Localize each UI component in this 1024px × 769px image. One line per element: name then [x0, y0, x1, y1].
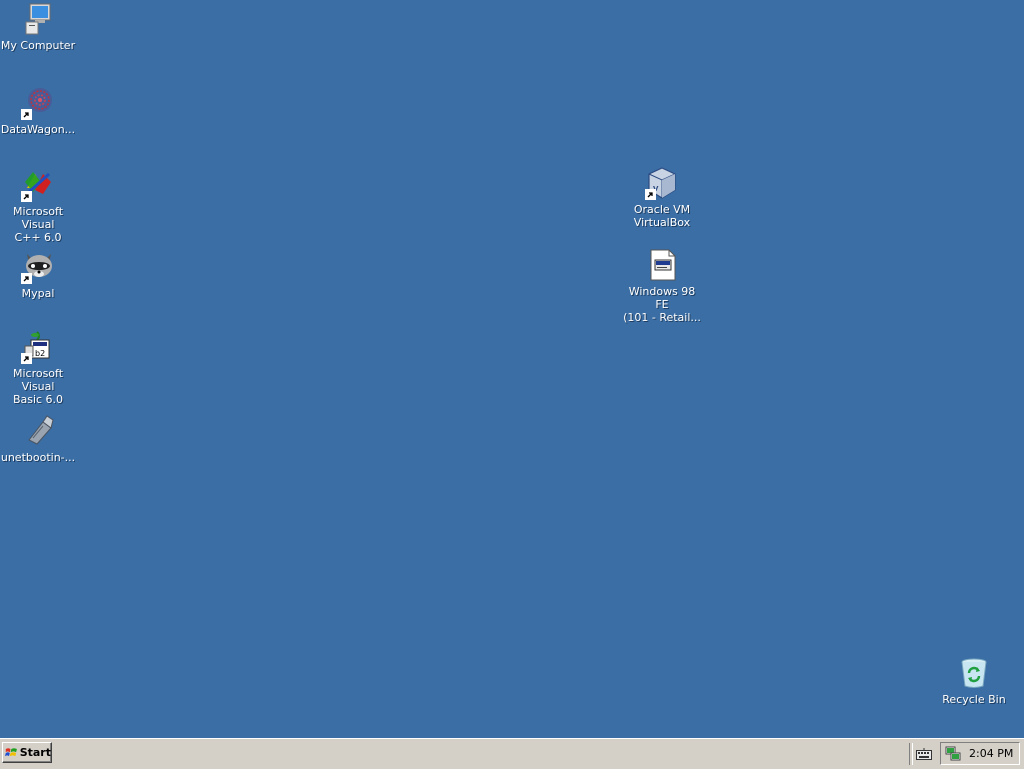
- desktop-icon-label: My Computer: [0, 39, 76, 52]
- desktop-icon-mypal[interactable]: Mypal: [0, 250, 78, 300]
- shortcut-arrow-icon: [21, 273, 32, 284]
- disk-image-icon: [645, 248, 679, 282]
- start-button[interactable]: Start: [2, 742, 52, 763]
- visual-basic-icon: b2: [21, 330, 55, 364]
- shortcut-arrow-icon: [21, 109, 32, 120]
- start-label: Start: [19, 746, 51, 759]
- datawagon-icon: [21, 86, 55, 120]
- usb-drive-icon: [21, 414, 55, 448]
- shortcut-arrow-icon: [21, 191, 32, 202]
- desktop-icon-label: Windows 98 FE (101 - Retail...: [623, 285, 701, 324]
- system-tray: 2:04 PM: [940, 742, 1020, 765]
- computer-icon: [21, 2, 55, 36]
- desktop-icon-visual-cpp[interactable]: Microsoft Visual C++ 6.0: [0, 168, 78, 244]
- virtualbox-icon: V: [645, 166, 679, 200]
- desktop-icon-windows-98-fe[interactable]: Windows 98 FE (101 - Retail...: [622, 248, 702, 324]
- recycle-bin-icon: [957, 656, 991, 690]
- taskbar: Start 2:04 PM: [0, 738, 1024, 769]
- shortcut-arrow-icon: [645, 189, 656, 200]
- network-icon[interactable]: [945, 746, 961, 762]
- desktop-icon-label: unetbootin-...: [0, 451, 76, 464]
- visual-cpp-icon: [21, 168, 55, 202]
- desktop-icon-unetbootin[interactable]: unetbootin-...: [0, 414, 78, 464]
- desktop-icon-visual-basic[interactable]: b2 Microsoft Visual Basic 6.0: [0, 330, 78, 406]
- raccoon-icon: [21, 250, 55, 284]
- desktop-icon-my-computer[interactable]: My Computer: [0, 2, 78, 52]
- clock[interactable]: 2:04 PM: [969, 747, 1013, 760]
- desktop-icon-label: Microsoft Visual C++ 6.0: [12, 205, 64, 244]
- desktop-icon-label: Microsoft Visual Basic 6.0: [12, 367, 64, 406]
- tray-separator: [909, 743, 913, 765]
- desktop-icon-datawagon[interactable]: DataWagon...: [0, 86, 78, 136]
- desktop-icon-recycle-bin[interactable]: Recycle Bin: [934, 656, 1014, 706]
- desktop-icon-label: Mypal: [21, 287, 55, 300]
- desktop-icon-label: DataWagon...: [0, 123, 76, 136]
- desktop-icon-label: Oracle VM VirtualBox: [633, 203, 691, 229]
- desktop: My Computer DataWagon... Microsoft Visua…: [0, 0, 1024, 738]
- shortcut-arrow-icon: [21, 353, 32, 364]
- desktop-icon-virtualbox[interactable]: V Oracle VMVirtualBox: [622, 166, 702, 229]
- windows-logo-icon: [5, 747, 17, 756]
- keyboard-icon[interactable]: [916, 748, 932, 760]
- svg-text:b2: b2: [35, 349, 45, 358]
- desktop-icon-label: Recycle Bin: [942, 693, 1006, 706]
